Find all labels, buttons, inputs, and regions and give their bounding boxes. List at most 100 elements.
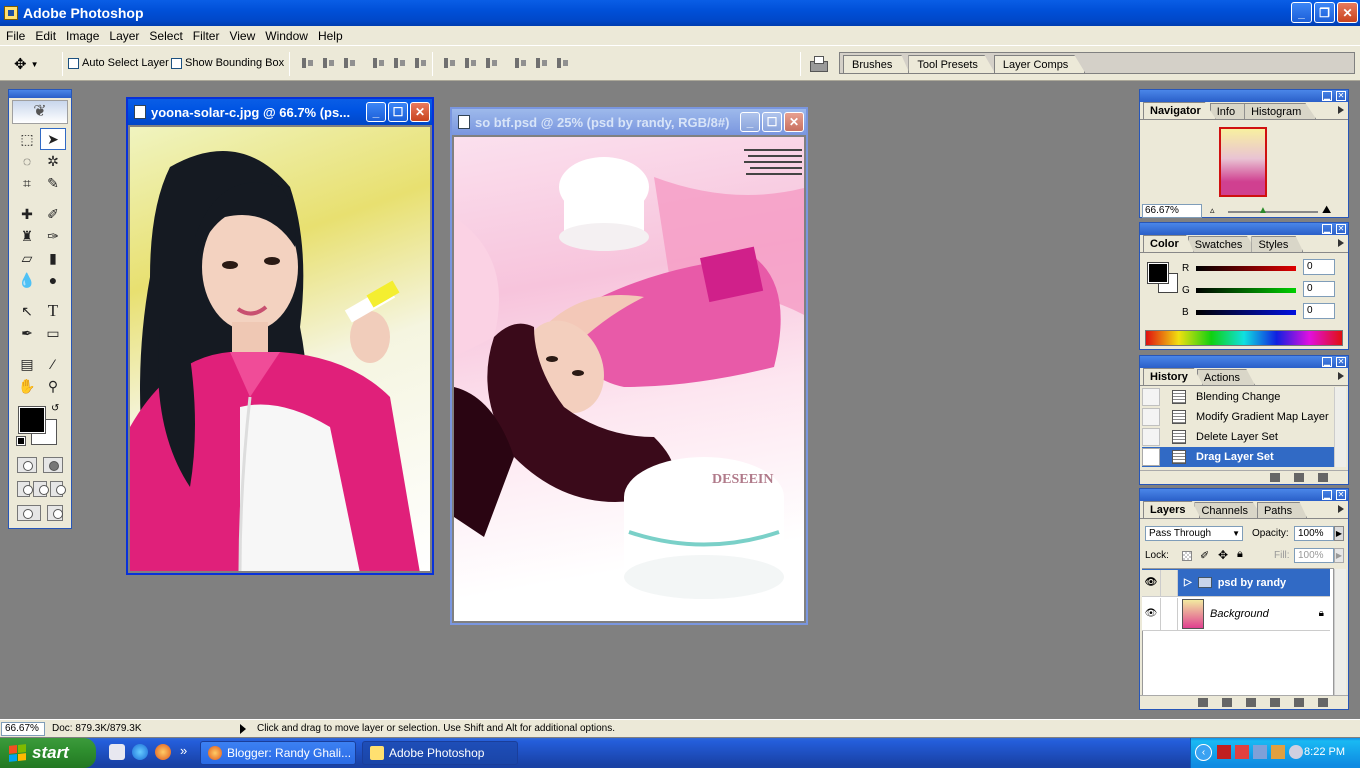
lock-image-icon[interactable]: ✐ (1200, 549, 1209, 562)
doc-maximize-button[interactable]: ☐ (762, 112, 782, 132)
quickmask-mode-icon[interactable] (43, 457, 63, 473)
tray-antivirus-icon[interactable] (1235, 745, 1249, 759)
align-left-icon[interactable] (371, 56, 388, 70)
show-bounding-box-checkbox[interactable]: Show Bounding Box (171, 57, 284, 69)
eraser-icon[interactable]: ▱ (14, 247, 40, 269)
doc-close-button[interactable]: ✕ (784, 112, 804, 132)
foreground-color[interactable] (18, 406, 46, 434)
green-value-field[interactable]: 0 (1303, 281, 1335, 297)
distribute-right-icon[interactable] (555, 56, 572, 70)
zoom-in-icon[interactable]: ⛰ (1322, 204, 1331, 217)
swap-colors-icon[interactable]: ↺ (51, 403, 59, 414)
tab-actions[interactable]: Actions (1196, 369, 1255, 385)
tab-navigator[interactable]: Navigator (1143, 102, 1216, 119)
palette-menu-icon[interactable] (1338, 505, 1344, 513)
status-menu-icon[interactable] (240, 724, 246, 734)
close-button[interactable]: ✕ (1337, 2, 1358, 23)
well-tab-tool-presets[interactable]: Tool Presets (908, 55, 995, 73)
notes-icon[interactable]: ▤ (14, 353, 40, 375)
menu-select[interactable]: Select (144, 29, 187, 43)
palette-minimize-icon[interactable]: ▁ (1322, 490, 1332, 500)
screen-mode-full-menu-icon[interactable] (33, 481, 50, 497)
shape-icon[interactable]: ▭ (40, 322, 66, 344)
palette-menu-icon[interactable] (1338, 239, 1344, 247)
taskbar-button-blogger[interactable]: Blogger: Randy Ghali... (200, 741, 356, 765)
blue-slider[interactable] (1196, 310, 1296, 315)
align-vcenter-icon[interactable] (321, 56, 338, 70)
taskbar-button-photoshop[interactable]: Adobe Photoshop (362, 741, 518, 765)
align-top-icon[interactable] (300, 56, 317, 70)
marquee-icon[interactable]: ⬚ (14, 128, 40, 150)
distribute-hcenter-icon[interactable] (534, 56, 551, 70)
tray-volume-icon[interactable] (1289, 745, 1303, 759)
red-slider[interactable] (1196, 266, 1296, 271)
layer-link-cell[interactable] (1160, 597, 1178, 630)
layer-row-group[interactable]: 👁︎ ▷ psd by randy (1142, 569, 1330, 597)
clone-stamp-icon[interactable]: ♜ (14, 225, 40, 247)
align-bottom-icon[interactable] (342, 56, 359, 70)
history-snapshot-cell[interactable] (1142, 408, 1160, 426)
palette-minimize-icon[interactable]: ▁ (1322, 357, 1332, 367)
new-document-from-state-icon[interactable] (1270, 473, 1280, 482)
firefox-icon[interactable] (155, 744, 171, 760)
eyedropper-icon[interactable]: ⁄ (40, 353, 66, 375)
doc-minimize-button[interactable]: _ (740, 112, 760, 132)
distribute-vcenter-icon[interactable] (463, 56, 480, 70)
opacity-field[interactable]: 100% (1294, 526, 1334, 541)
default-colors-icon[interactable] (16, 436, 26, 446)
adobe-online-icon[interactable]: ❦ (12, 100, 68, 124)
color-ramp[interactable] (1145, 330, 1343, 346)
tab-color[interactable]: Color (1143, 235, 1194, 252)
menu-image[interactable]: Image (61, 29, 104, 43)
tray-app-icon[interactable] (1271, 745, 1285, 759)
tab-info[interactable]: Info (1209, 103, 1251, 119)
tray-security-icon[interactable] (1217, 745, 1231, 759)
layer-row-background[interactable]: 👁︎ Background 🔒︎ (1142, 597, 1330, 631)
visibility-eye-icon[interactable]: 👁︎ (1142, 569, 1160, 596)
trash-icon[interactable] (1318, 473, 1328, 482)
menu-edit[interactable]: Edit (30, 29, 61, 43)
auto-select-layer-checkbox[interactable]: Auto Select Layer (68, 57, 169, 69)
tab-styles[interactable]: Styles (1251, 236, 1304, 252)
history-snapshot-cell[interactable] (1142, 428, 1160, 446)
visibility-eye-icon[interactable]: 👁︎ (1142, 598, 1160, 630)
green-slider[interactable] (1196, 288, 1296, 293)
path-selection-icon[interactable]: ↖ (14, 300, 40, 322)
palette-close-icon[interactable]: ✕ (1336, 91, 1346, 101)
blue-value-field[interactable]: 0 (1303, 303, 1335, 319)
tab-histogram[interactable]: Histogram (1244, 103, 1317, 119)
pen-icon[interactable]: ✒ (14, 322, 40, 344)
tab-layers[interactable]: Layers (1143, 501, 1201, 518)
type-icon[interactable]: T (40, 300, 66, 322)
history-item[interactable]: Modify Gradient Map Layer (1142, 407, 1334, 427)
restore-button[interactable]: ❐ (1314, 2, 1335, 23)
expand-triangle-icon[interactable]: ▷ (1184, 577, 1192, 588)
zoom-slider-thumb[interactable]: ▲ (1258, 205, 1268, 216)
show-desktop-icon[interactable] (109, 744, 125, 760)
tray-network-icon[interactable] (1253, 745, 1267, 759)
lasso-icon[interactable]: ◌ (14, 150, 40, 172)
dodge-icon[interactable]: ● (40, 269, 66, 291)
well-tab-layer-comps[interactable]: Layer Comps (993, 55, 1086, 73)
gradient-icon[interactable]: ▮ (40, 247, 66, 269)
status-zoom-field[interactable]: 66.67% (1, 722, 45, 736)
zoom-icon[interactable]: ⚲ (40, 375, 66, 397)
history-item[interactable]: Delete Layer Set (1142, 427, 1334, 447)
hand-icon[interactable]: ✋ (14, 375, 40, 397)
crop-icon[interactable]: ⌗ (14, 172, 40, 194)
palette-close-icon[interactable]: ✕ (1336, 357, 1346, 367)
doc-close-button[interactable]: ✕ (410, 102, 430, 122)
move-tool-icon[interactable]: ➤ (40, 128, 66, 150)
opacity-arrow-icon[interactable]: ▶ (1334, 526, 1344, 541)
navigator-zoom-field[interactable]: 66.67% (1142, 204, 1202, 218)
blur-icon[interactable]: 💧 (14, 269, 40, 291)
align-hcenter-icon[interactable] (392, 56, 409, 70)
blend-mode-select[interactable]: Pass Through ▼ (1145, 526, 1243, 541)
healing-brush-icon[interactable]: ✚ (14, 203, 40, 225)
menu-window[interactable]: Window (260, 29, 313, 43)
jump-to-icon[interactable] (47, 505, 63, 521)
layer-link-cell[interactable] (1160, 569, 1178, 596)
doc-maximize-button[interactable]: ☐ (388, 102, 408, 122)
adjustment-layer-icon[interactable] (1270, 698, 1280, 707)
screen-mode-full-icon[interactable] (49, 481, 67, 497)
